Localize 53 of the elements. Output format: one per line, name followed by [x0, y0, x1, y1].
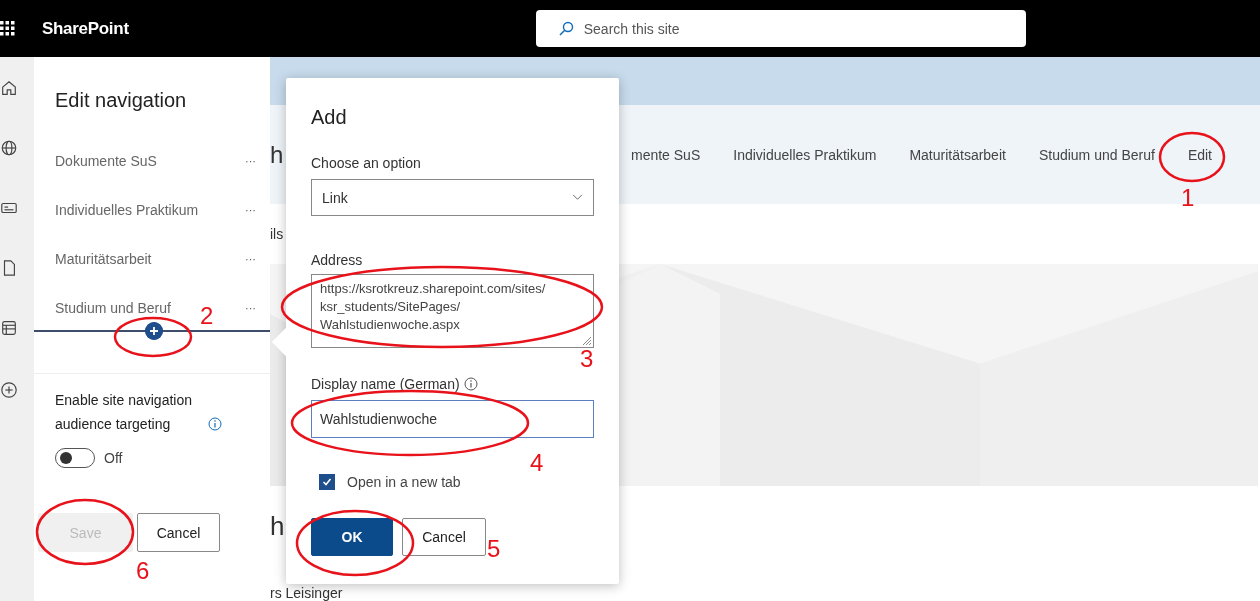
more-options-button[interactable]: ···	[245, 253, 256, 265]
search-field[interactable]: Search this site	[535, 10, 1026, 47]
chevron-down-icon	[572, 194, 583, 201]
field-label: Address	[311, 252, 364, 268]
more-options-button[interactable]: ···	[245, 302, 256, 314]
toggle-state: Off	[104, 450, 123, 466]
breadcrumb-text: ils	[270, 226, 284, 243]
navigation-link[interactable]: Individuelles Praktikum	[733, 146, 877, 163]
address-field[interactable]: https://ksrotkreuz.sharepoint.com/sites/ ksr_students/SitePages/ Wahlstudienwoche.aspx	[311, 274, 594, 348]
annotation-number: 1	[1181, 184, 1195, 212]
display-name-field[interactable]: Wahlstudienwoche	[311, 400, 594, 438]
cancel-button[interactable]: Cancel	[402, 518, 486, 556]
add-icon[interactable]	[0, 381, 18, 399]
more-options-button[interactable]: ···	[245, 204, 256, 216]
app-name[interactable]: SharePoint	[42, 18, 129, 39]
cancel-button[interactable]: Cancel	[137, 513, 220, 552]
annotation-number: 3	[580, 345, 594, 373]
navigation-link[interactable]: Edit	[1187, 146, 1212, 163]
field-label: Choose an option	[311, 155, 422, 171]
checkmark-icon	[322, 477, 332, 487]
targeting-label: Enable site navigation audience targeting	[55, 391, 193, 434]
page-heading: h	[270, 510, 285, 543]
more-options-button[interactable]: ···	[245, 155, 256, 167]
site-title: h	[270, 140, 284, 169]
globe-icon[interactable]	[0, 139, 18, 157]
checkbox-label: Open in a new tab	[347, 474, 461, 490]
navigation-item[interactable]: Individuelles Praktikum	[55, 202, 199, 218]
ok-button[interactable]: OK	[311, 518, 393, 556]
panel-title: Edit navigation	[55, 89, 188, 112]
navigation-link[interactable]: Maturitätsarbeit	[909, 146, 1006, 163]
annotation-number: 2	[200, 302, 214, 330]
option-dropdown[interactable]: Link	[311, 179, 594, 216]
navigation-link[interactable]: mente SuS	[631, 146, 701, 163]
checkbox[interactable]	[319, 474, 335, 490]
info-icon[interactable]	[463, 377, 478, 391]
dialog-title: Add	[311, 106, 348, 129]
annotation-number: 4	[530, 449, 544, 477]
annotation-number: 6	[136, 557, 150, 585]
search-icon	[557, 20, 574, 37]
author-name: rs Leisinger	[270, 585, 343, 601]
navigation-item[interactable]: Dokumente SuS	[55, 153, 157, 169]
home-icon[interactable]	[0, 79, 18, 97]
navigation-link[interactable]: Studium und Beruf	[1038, 146, 1155, 163]
resize-grip-icon[interactable]	[581, 335, 591, 345]
field-label: Display name (German)	[311, 376, 460, 392]
add-link-button[interactable]	[145, 322, 163, 340]
list-icon[interactable]	[0, 319, 18, 337]
app-launcher-icon[interactable]	[0, 21, 15, 36]
navigation-item[interactable]: Studium und Beruf	[55, 300, 171, 316]
annotation-number: 5	[487, 535, 501, 563]
annotation-ellipse	[1158, 131, 1226, 183]
info-icon[interactable]	[208, 417, 222, 431]
navigation-item[interactable]: Maturitätsarbeit	[55, 251, 152, 267]
